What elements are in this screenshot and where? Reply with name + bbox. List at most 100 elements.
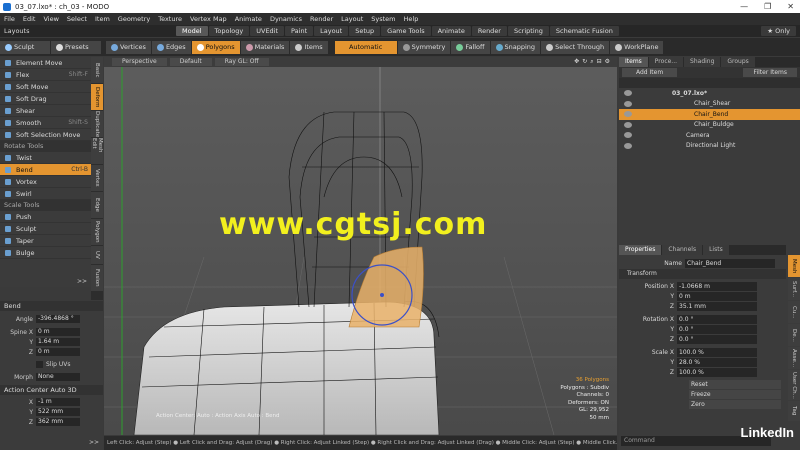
tab-groups[interactable]: Groups [721, 57, 755, 67]
menu-render[interactable]: Render [310, 15, 333, 23]
bend-handle-center[interactable] [380, 293, 384, 297]
default-dropdown[interactable]: Default [169, 58, 212, 66]
tab-schematic-fusion[interactable]: Schematic Fusion [549, 26, 619, 36]
tool-taper[interactable]: Taper [0, 235, 91, 247]
tab-procedural[interactable]: Proce... [648, 57, 684, 67]
side-tab-curves[interactable]: Cu... [788, 301, 800, 323]
tool-shear[interactable]: Shear [0, 105, 91, 117]
menu-texture[interactable]: Texture [158, 15, 182, 23]
tab-topology[interactable]: Topology [208, 26, 250, 36]
tab-render[interactable]: Render [471, 26, 507, 36]
vertices-mode-button[interactable]: Vertices [106, 40, 151, 54]
menu-item[interactable]: Item [95, 15, 110, 23]
spine-z-field[interactable]: 0 m [36, 348, 80, 356]
menu-vertex-map[interactable]: Vertex Map [190, 15, 227, 23]
spine-y-field[interactable]: 1.64 m [36, 338, 80, 346]
vtab-vertex[interactable]: Vertex [91, 165, 103, 191]
vtab-polygon[interactable]: Polygon [91, 219, 103, 245]
menu-layout[interactable]: Layout [341, 15, 363, 23]
vtab-duplicate[interactable]: Duplicate [91, 111, 103, 137]
ac-y-field[interactable]: 522 mm [36, 408, 80, 416]
side-tab-user-channels[interactable]: User Ch... [788, 370, 800, 400]
eye-icon[interactable] [624, 121, 632, 128]
tool-sculpt[interactable]: Sculpt [0, 223, 91, 235]
tab-model[interactable]: Model [176, 26, 208, 36]
reset-dropdown[interactable]: Reset [689, 380, 781, 389]
filter-items-dropdown[interactable]: Filter Items [743, 68, 797, 77]
tab-setup[interactable]: Setup [349, 26, 381, 36]
3d-viewport[interactable]: Perspective Default Ray GL: Off ✥↻⌕⊟⚙ ww… [104, 57, 617, 435]
automatic-button[interactable]: Automatic [334, 40, 397, 54]
only-toggle[interactable]: ★ Only [761, 26, 796, 36]
workplane-button[interactable]: WorkPlane [610, 40, 664, 54]
tool-soft-selection-move[interactable]: Soft Selection Move [0, 129, 91, 141]
zero-dropdown[interactable]: Zero [689, 400, 781, 409]
tab-animate[interactable]: Animate [431, 26, 471, 36]
scale-tools-header[interactable]: Scale Tools [0, 200, 91, 211]
add-item-button[interactable]: Add Item [622, 68, 678, 77]
name-field[interactable]: Chair_Bend [685, 259, 775, 268]
item-row-scene[interactable]: 03_07.lxo* [619, 88, 800, 99]
tab-layout[interactable]: Layout [314, 26, 349, 36]
item-row-chair-bend[interactable]: Chair_Bend [619, 109, 800, 120]
eye-icon[interactable] [624, 90, 632, 97]
select-through-button[interactable]: Select Through [541, 40, 610, 54]
tool-twist[interactable]: Twist [0, 152, 91, 164]
tool-element-move[interactable]: Element Move [0, 57, 91, 69]
scale-z-field[interactable]: 100.0 % [677, 367, 757, 377]
menu-animate[interactable]: Animate [235, 15, 262, 23]
action-center-header[interactable]: Action Center Auto 3D [0, 385, 103, 395]
tab-scripting[interactable]: Scripting [507, 26, 549, 36]
tool-smooth[interactable]: Smooth Shift-S [0, 117, 91, 129]
eye-icon[interactable] [624, 100, 632, 107]
position-z-field[interactable]: 35.1 mm [677, 301, 757, 311]
side-tab-mesh[interactable]: Mesh [788, 255, 800, 277]
tool-swirl[interactable]: Swirl [0, 188, 91, 200]
freeze-dropdown[interactable]: Freeze [689, 390, 781, 399]
side-tab-tag[interactable]: Tag [788, 401, 800, 421]
slip-uvs-checkbox[interactable] [36, 360, 43, 368]
menu-edit[interactable]: Edit [23, 15, 36, 23]
vtab-mesh-edit[interactable]: Mesh Edit [91, 138, 103, 164]
tab-shading[interactable]: Shading [684, 57, 721, 67]
menu-view[interactable]: View [43, 15, 58, 23]
tool-vortex[interactable]: Vortex [0, 176, 91, 188]
eye-icon[interactable] [624, 132, 632, 139]
tab-game-tools[interactable]: Game Tools [381, 26, 431, 36]
rotation-z-field[interactable]: 0.0 ° [677, 334, 757, 344]
maximize-button[interactable]: ❐ [764, 2, 771, 11]
ac-x-field[interactable]: -1 m [36, 398, 80, 406]
vtab-uv[interactable]: UV [91, 246, 103, 264]
presets-button[interactable]: Presets [51, 40, 101, 54]
menu-geometry[interactable]: Geometry [118, 15, 150, 23]
perspective-dropdown[interactable]: Perspective [112, 58, 167, 66]
ac-z-field[interactable]: 362 mm [36, 418, 80, 426]
vtab-edge[interactable]: Edge [91, 192, 103, 218]
tab-uvedit[interactable]: UVEdit [250, 26, 285, 36]
item-row-chair-buldge[interactable]: Chair_Buldge [619, 120, 800, 131]
close-button[interactable]: ✕ [787, 2, 794, 11]
vtab-fusion[interactable]: Fusion [91, 265, 103, 291]
side-tab-deformers[interactable]: De... [788, 324, 800, 346]
polygons-mode-button[interactable]: Polygons [191, 40, 240, 54]
tab-channels[interactable]: Channels [662, 245, 703, 255]
side-tab-surface[interactable]: Surf... [788, 278, 800, 300]
tools-expand-button[interactable]: >> [77, 278, 87, 285]
layouts-label[interactable]: Layouts [0, 27, 176, 35]
rotation-x-field[interactable]: 0.0 ° [677, 314, 757, 324]
menu-select[interactable]: Select [67, 15, 87, 23]
tab-items[interactable]: Items [619, 57, 648, 67]
menu-file[interactable]: File [4, 15, 15, 23]
position-x-field[interactable]: -1.0668 m [677, 281, 757, 291]
bend-expand-button[interactable]: >> [89, 439, 99, 446]
menu-help[interactable]: Help [404, 15, 419, 23]
rotate-tools-header[interactable]: Rotate Tools [0, 141, 91, 152]
falloff-button[interactable]: Falloff [451, 40, 490, 54]
tool-bulge[interactable]: Bulge [0, 247, 91, 259]
tool-soft-move[interactable]: Soft Move [0, 81, 91, 93]
morph-select[interactable]: None [36, 373, 80, 381]
viewport-nav-icons[interactable]: ✥↻⌕⊟⚙ [570, 58, 617, 66]
transform-header[interactable]: Transform [619, 269, 786, 279]
tab-properties[interactable]: Properties [619, 245, 662, 255]
snapping-button[interactable]: Snapping [490, 40, 541, 54]
